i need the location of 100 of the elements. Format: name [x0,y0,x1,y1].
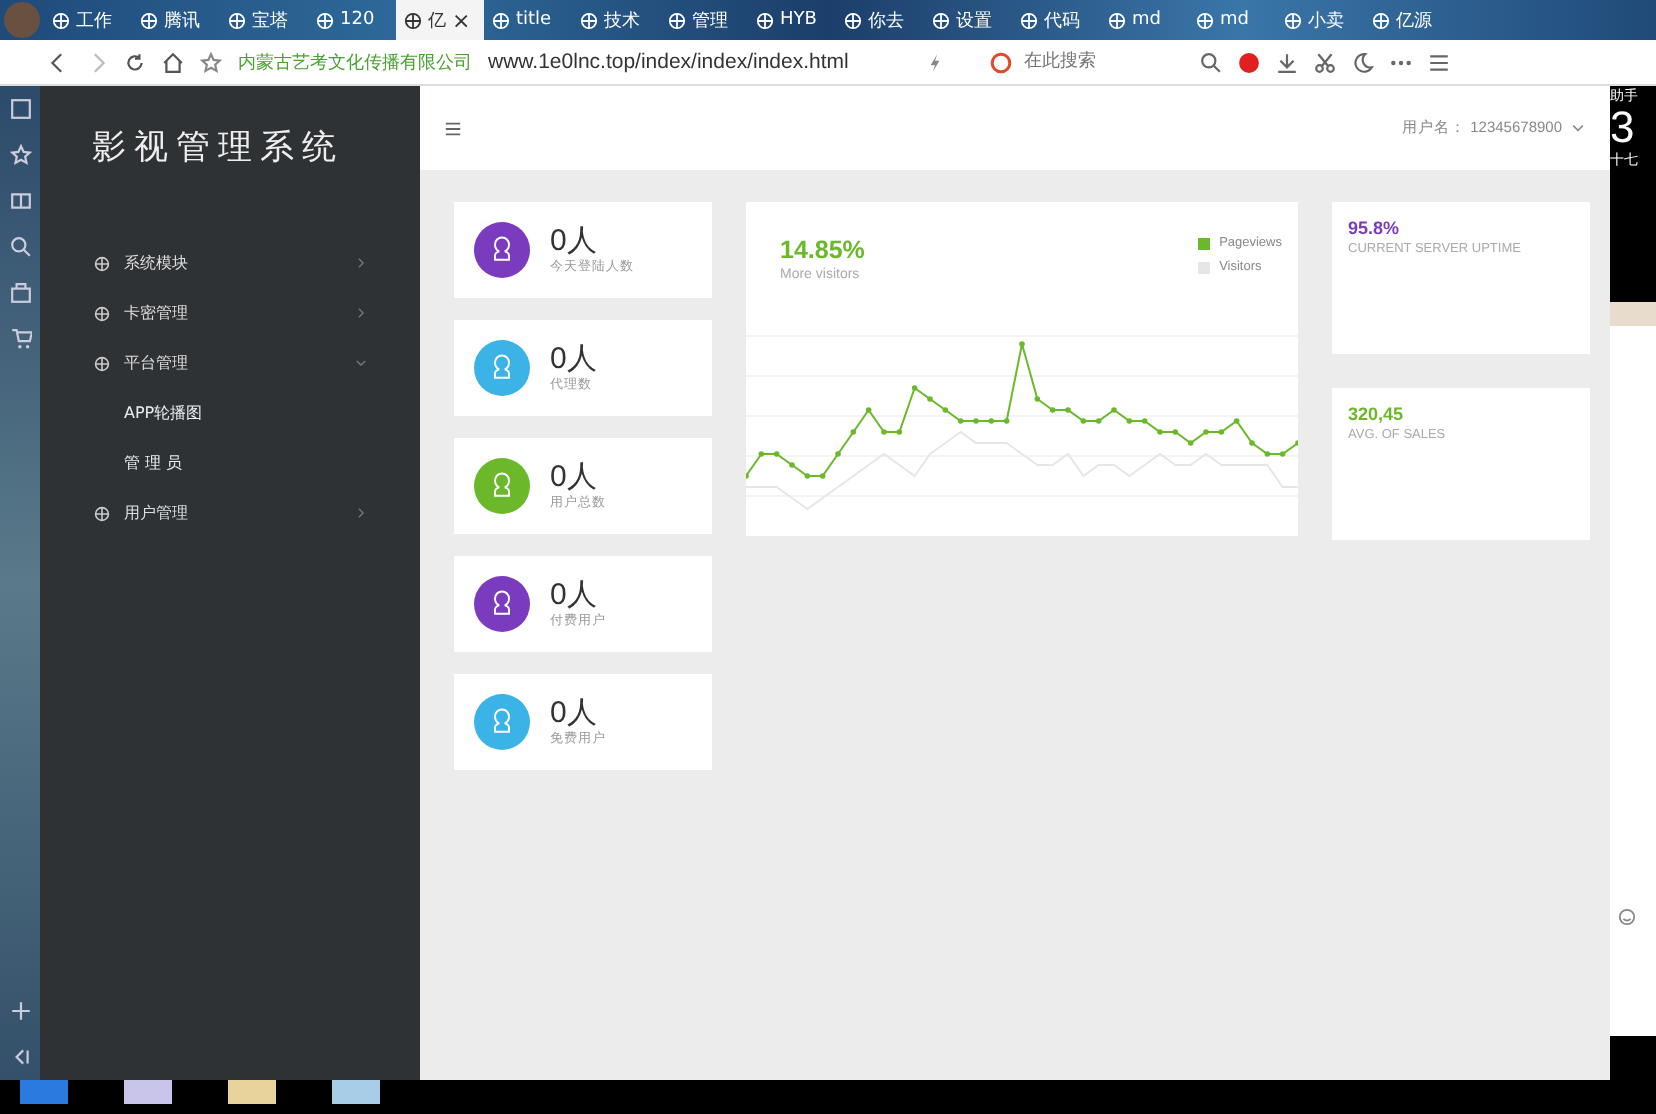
globe-icon [844,11,862,29]
data-point [911,385,918,391]
data-point [881,429,887,435]
data-point [819,473,826,479]
data-point [957,418,964,424]
data-point [773,451,780,457]
search-engine-icon[interactable] [990,51,1012,73]
browser-tab[interactable]: md [1100,0,1188,40]
data-point [1249,440,1255,446]
data-point [804,473,811,479]
scissors-icon[interactable] [1314,51,1336,73]
data-point [1034,396,1041,402]
globe-icon [492,11,510,29]
stat-value: 0人 [550,225,599,257]
close-icon[interactable]: × [452,7,471,33]
search-icon[interactable] [9,236,31,258]
data-point [1264,451,1271,457]
smiley-icon[interactable] [1618,908,1636,926]
data-point [835,451,841,457]
data-point [789,462,795,468]
data-point [896,429,903,435]
data-point [865,407,872,413]
search-icon[interactable] [1200,51,1222,73]
browser-tab[interactable]: 小卖 [1276,0,1364,40]
globe-icon [1020,11,1038,29]
browser-tab[interactable]: 120 [308,0,396,40]
app-title: 影视管理系统 [90,126,346,172]
star-icon[interactable] [9,144,31,166]
browser-tab[interactable]: 工作 [44,0,132,40]
browser-tab[interactable]: 你去 [836,0,924,40]
data-point [1141,418,1148,424]
globe-icon [932,11,950,29]
bag-icon[interactable] [9,282,31,304]
kpi-value: 95.8% [1348,218,1402,238]
browser-tab[interactable]: 腾讯 [132,0,220,40]
browser-tab[interactable]: 宝塔 [220,0,308,40]
submenu-item[interactable]: APP轮播图 [40,388,420,438]
data-point [1126,418,1133,424]
globe-icon [580,11,598,29]
browser-tab[interactable]: 亿源 [1364,0,1452,40]
submenu-item[interactable]: 管 理 员 [40,438,420,488]
globe-icon [52,11,70,29]
menu-item[interactable]: 卡密管理 [40,288,420,338]
data-point [1095,418,1102,424]
globe-icon [228,11,246,29]
menu-item[interactable]: 系统模块 [40,238,420,288]
plus-icon[interactable] [9,1000,31,1022]
data-point [1065,407,1071,413]
browser-tab[interactable]: md [1188,0,1276,40]
browser-tab[interactable]: 亿 × [396,0,484,40]
data-point [1218,429,1225,435]
data-point [1172,429,1179,435]
download-icon[interactable] [1276,51,1298,73]
data-point [1157,429,1163,435]
site-name: 内蒙古艺考文化传播有限公司 [238,51,472,75]
reload-icon[interactable] [124,51,146,73]
stat-value: 0人 [550,343,597,375]
globe-icon [756,11,774,29]
caret-icon[interactable] [1570,120,1586,136]
home-icon[interactable] [162,51,184,73]
data-point [1080,418,1087,424]
globe-icon [316,11,334,29]
globe-icon [404,11,422,29]
desktop-number: 3 [1610,106,1637,150]
browser-tab[interactable]: 技术 [572,0,660,40]
browser-tab[interactable]: 管理 [660,0,748,40]
globe-icon [140,11,158,29]
data-point [942,407,949,413]
data-point [1233,418,1240,424]
star-icon[interactable] [200,51,222,73]
book-icon[interactable] [9,190,31,212]
menu-icon[interactable] [1428,51,1450,73]
moon-icon[interactable] [1352,51,1374,73]
globe-icon [94,305,110,321]
data-point [1111,407,1117,413]
browser-tab[interactable]: HYB [748,0,836,40]
data-point [1187,440,1194,446]
url-field[interactable]: www.1e0lnc.top/index/index/index.html [488,50,908,74]
globe-icon [94,355,110,371]
menu-icon[interactable] [444,119,462,137]
data-point [850,429,857,435]
globe-icon [1108,11,1126,29]
browser-tab[interactable]: 代码 [1012,0,1100,40]
stat-value: 0人 [550,461,599,493]
data-point [758,451,765,457]
visitors-percent: 14.85% [780,236,865,264]
menu-item[interactable]: 平台管理 [40,338,420,388]
browser-tab[interactable]: title [484,0,572,40]
globe-icon [94,505,110,521]
data-point [927,396,933,402]
globe-icon [1284,11,1302,29]
data-point [1019,341,1025,347]
globe-icon [668,11,686,29]
document-icon[interactable] [9,98,31,120]
cart-icon[interactable] [9,328,31,350]
menu-item[interactable]: 用户管理 [40,488,420,538]
globe-icon [1372,11,1390,29]
stat-value: 0人 [550,697,599,729]
data-point [1279,451,1286,457]
browser-tab[interactable]: 设置 [924,0,1012,40]
